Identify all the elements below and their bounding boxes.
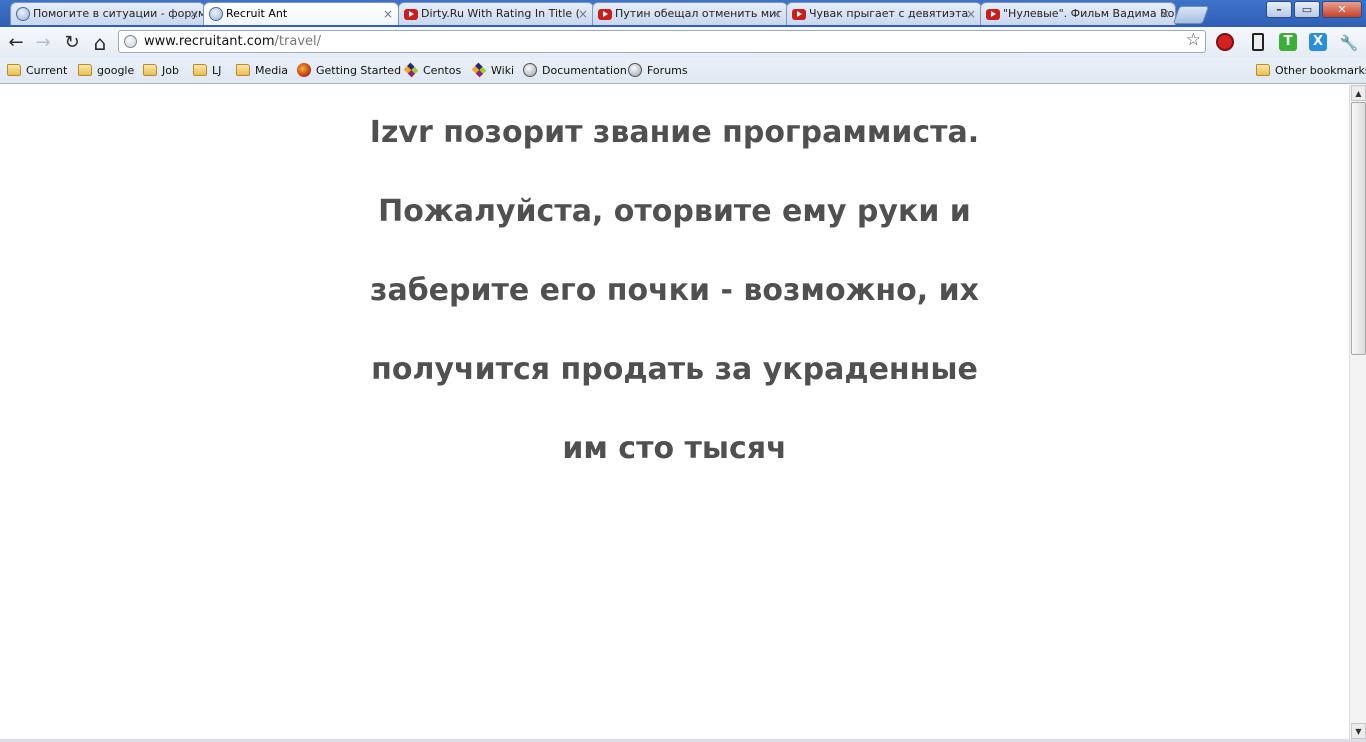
firefox-icon — [297, 63, 311, 77]
close-icon[interactable]: × — [578, 3, 588, 25]
tab[interactable]: Чувак прыгает с девятиэта × — [786, 2, 982, 25]
bookmark-label: google — [97, 64, 135, 77]
bookmark-label: Forums — [647, 64, 688, 77]
bookmark-forums[interactable]: Forums — [628, 58, 688, 83]
adblock-icon[interactable] — [1216, 33, 1234, 51]
folder-icon — [78, 64, 92, 76]
tab[interactable]: Dirty.Ru With Rating In Title ( × — [398, 2, 594, 25]
url-host: www.recruitant.com — [144, 34, 275, 49]
headline-line: заберите его почки - возможно, их — [370, 273, 979, 308]
globe-icon — [16, 7, 30, 21]
tab-active[interactable]: Recruit Ant × — [203, 2, 399, 25]
back-button[interactable]: ← — [4, 31, 28, 55]
youtube-icon — [986, 9, 1000, 20]
window-controls: – ▭ ✕ — [1266, 1, 1362, 18]
folder-icon — [7, 64, 21, 76]
close-icon[interactable]: × — [383, 3, 393, 25]
bookmark-folder-lj[interactable]: LJ — [193, 58, 221, 83]
address-bar[interactable]: www.recruitant.com/travel/ ☆ — [118, 30, 1206, 53]
headline-line: Izvr позорит звание программиста. — [369, 115, 980, 150]
url-path: /travel/ — [274, 34, 322, 49]
youtube-icon — [404, 9, 418, 20]
bookmark-label: Documentation — [542, 64, 627, 77]
globe-icon — [523, 63, 537, 77]
close-icon[interactable]: × — [189, 3, 199, 25]
close-icon[interactable]: × — [966, 3, 976, 25]
headline-line: получится продать за украденные — [371, 352, 978, 387]
folder-icon — [1256, 64, 1270, 76]
maximize-button[interactable]: ▭ — [1294, 1, 1320, 18]
folder-icon — [143, 64, 157, 76]
page-headline: Izvr позорит звание программиста. Пожалу… — [0, 93, 1349, 488]
bookmark-label: Media — [255, 64, 289, 77]
bookmark-star-icon[interactable]: ☆ — [1186, 30, 1201, 50]
tab-title: Чувак прыгает с девятиэта — [809, 7, 969, 20]
page-info-icon[interactable] — [124, 35, 137, 48]
tab-title: Путин обещал отменить миг — [615, 7, 783, 20]
bookmark-label: Centos — [423, 64, 462, 77]
wrench-icon[interactable]: 🔧 — [1337, 31, 1361, 55]
bookmark-label: Getting Started — [316, 64, 402, 77]
bookmark-wiki[interactable]: Wiki — [471, 58, 515, 83]
youtube-icon — [598, 9, 612, 20]
youtube-icon — [792, 9, 806, 20]
close-icon[interactable]: × — [1160, 3, 1170, 25]
reload-button[interactable]: ↻ — [60, 31, 84, 55]
new-tab-button[interactable] — [1172, 6, 1210, 24]
centos-icon — [471, 62, 487, 78]
headline-line: Пожалуйста, оторвите ему руки и — [378, 194, 971, 229]
bookmark-label: Job — [162, 64, 179, 77]
bookmark-label: Other bookmarks — [1275, 64, 1366, 77]
xmarks-icon[interactable]: X — [1309, 33, 1327, 51]
tab-title: Recruit Ant — [226, 7, 288, 20]
tab-title: Помогите в ситуации - форум — [33, 7, 205, 20]
scroll-up-arrow-icon[interactable]: ▲ — [1351, 85, 1366, 101]
home-button[interactable]: ⌂ — [88, 31, 112, 55]
minimize-button[interactable]: – — [1266, 1, 1292, 18]
phone-icon[interactable] — [1252, 33, 1264, 51]
close-window-button[interactable]: ✕ — [1322, 1, 1362, 18]
centos-icon — [403, 62, 419, 78]
tab[interactable]: Помогите в ситуации - форум × — [10, 2, 205, 25]
bookmark-label: Wiki — [491, 64, 515, 77]
scrollbar-thumb[interactable] — [1351, 102, 1366, 355]
tab-title: "Нулевые". Фильм Вадима Во — [1003, 7, 1175, 20]
globe-icon — [209, 7, 223, 21]
tab[interactable]: "Нулевые". Фильм Вадима Во × — [980, 2, 1176, 25]
folder-icon — [236, 64, 250, 76]
vertical-scrollbar[interactable]: ▲ ▼ — [1349, 85, 1366, 739]
forward-button[interactable]: → — [31, 31, 55, 55]
globe-icon — [628, 63, 642, 77]
bookmark-label: Current — [26, 64, 68, 77]
url-text[interactable]: www.recruitant.com/travel/ — [144, 31, 321, 52]
bookmark-getting-started[interactable]: Getting Started — [297, 58, 401, 83]
bookmark-folder-other[interactable]: Other bookmarks — [1256, 58, 1366, 83]
tab-strip: Помогите в ситуации - форум × Recruit An… — [0, 0, 1366, 27]
tab-title: Dirty.Ru With Rating In Title ( — [421, 7, 580, 20]
bookmark-folder-current[interactable]: Current — [7, 58, 67, 83]
headline-line: им сто тысяч — [562, 431, 787, 466]
page-content: Izvr позорит звание программиста. Пожалу… — [0, 85, 1349, 739]
bookmark-documentation[interactable]: Documentation — [523, 58, 627, 83]
translate-icon[interactable]: T — [1279, 33, 1297, 51]
bookmark-folder-media[interactable]: Media — [236, 58, 288, 83]
close-icon[interactable]: × — [772, 3, 782, 25]
scroll-down-arrow-icon[interactable]: ▼ — [1351, 723, 1366, 739]
tab[interactable]: Путин обещал отменить миг × — [592, 2, 788, 25]
folder-icon — [193, 64, 207, 76]
bookmarks-bar: Current google Job LJ Media Getting Star… — [0, 58, 1366, 84]
toolbar: ← → ↻ ⌂ www.recruitant.com/travel/ ☆ T X… — [0, 27, 1366, 58]
bookmark-folder-job[interactable]: Job — [143, 58, 179, 83]
bookmark-label: LJ — [212, 64, 222, 77]
bookmark-centos[interactable]: Centos — [403, 58, 462, 83]
bookmark-folder-google[interactable]: google — [78, 58, 134, 83]
